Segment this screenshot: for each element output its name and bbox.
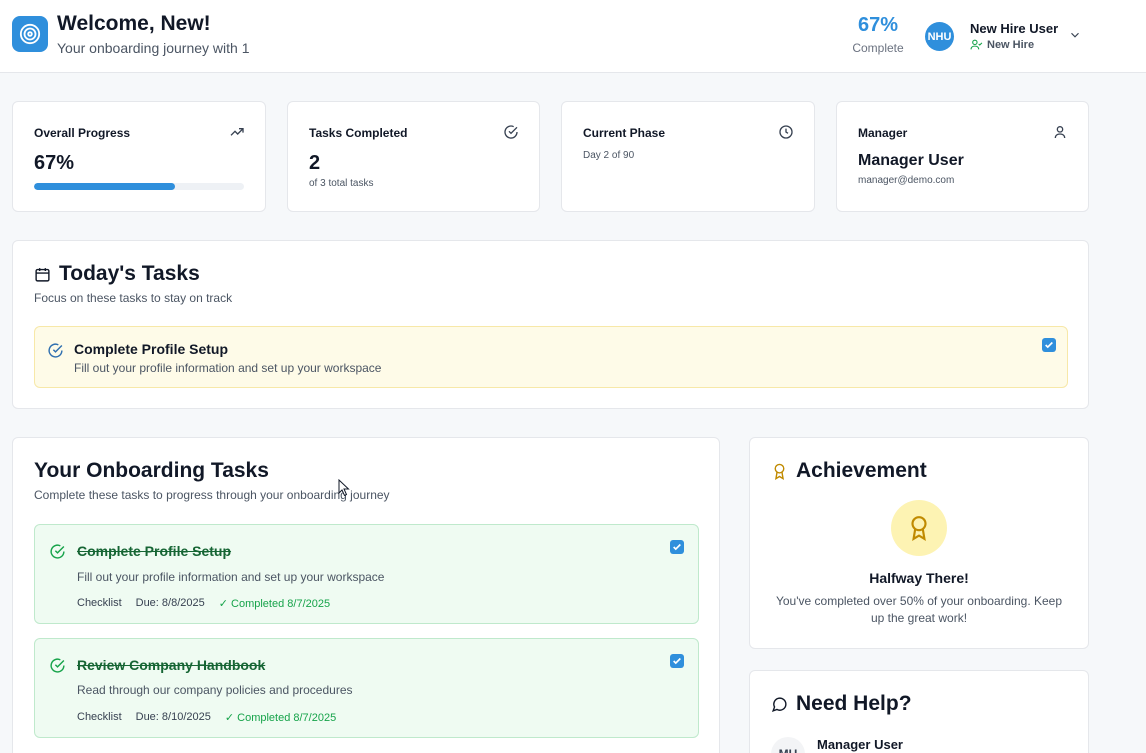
today-task-title: Complete Profile Setup [74, 341, 229, 357]
check-circle-icon [48, 343, 63, 358]
onboarding-task-item[interactable]: Review Company Handbook Read through our… [34, 638, 699, 738]
clock-icon [779, 125, 793, 139]
overall-progress-bar [34, 183, 244, 190]
check-circle-icon [504, 125, 518, 139]
user-icon [1054, 126, 1066, 139]
app-header: Welcome, New! Your onboarding journey wi… [0, 0, 1146, 73]
overall-progress-title: Overall Progress [34, 126, 131, 140]
need-help-heading: Need Help? [771, 692, 912, 716]
onboarding-task-title: Complete Profile Setup [77, 543, 232, 559]
achievement-title: Achievement [796, 459, 927, 482]
check-circle-icon [50, 658, 65, 673]
onboarding-tasks-card: Your Onboarding Tasks Complete these tas… [12, 437, 720, 753]
contact-name[interactable]: Manager User [817, 737, 903, 752]
tasks-completed-card: Tasks Completed 2 of 3 total tasks [287, 101, 540, 212]
current-phase-title: Current Phase [583, 126, 666, 140]
user-name[interactable]: New Hire User [970, 21, 1058, 36]
mouse-cursor-icon [338, 479, 350, 497]
current-phase-sub: Day 2 of 90 [583, 150, 635, 161]
task-completed: ✓ Completed 8/7/2025 [224, 712, 337, 724]
onboarding-task-checkbox[interactable] [670, 654, 684, 668]
award-icon [774, 463, 785, 480]
overall-progress-card: Overall Progress 67% [12, 101, 266, 212]
today-task-desc: Fill out your profile information and se… [74, 361, 382, 375]
todays-tasks-heading: Today's Tasks [34, 262, 200, 286]
todays-tasks-title: Today's Tasks [59, 262, 200, 285]
check-icon [673, 657, 681, 665]
onboarding-task-checkbox[interactable] [670, 540, 684, 554]
overall-progress-value: 67% [34, 152, 75, 174]
task-due: Due: 8/8/2025 [135, 597, 205, 609]
manager-name: Manager User [858, 152, 964, 169]
header-progress-label: Complete [852, 41, 904, 55]
todays-tasks-subtitle: Focus on these tasks to stay on track [34, 291, 233, 305]
welcome-subtitle: Your onboarding journey with 1 [57, 40, 250, 56]
achievement-heading: Achievement [771, 459, 927, 483]
onboarding-task-desc: Fill out your profile information and se… [77, 570, 385, 584]
need-help-title: Need Help? [796, 692, 912, 715]
manager-card-title: Manager [858, 126, 908, 140]
onboarding-task-meta: Checklist Due: 8/10/2025 ✓ Completed 8/7… [77, 711, 336, 724]
tasks-completed-value: 2 [309, 152, 321, 174]
user-role: New Hire [970, 38, 1034, 51]
contact-avatar: MU [771, 737, 805, 753]
onboarding-task-meta: Checklist Due: 8/8/2025 ✓ Completed 8/7/… [77, 597, 330, 610]
check-icon [673, 543, 681, 551]
onboarding-tasks-subtitle: Complete these tasks to progress through… [34, 488, 390, 502]
target-logo-icon [12, 16, 48, 52]
onboarding-task-item[interactable]: Complete Profile Setup Fill out your pro… [34, 524, 699, 624]
trending-up-icon [230, 128, 244, 136]
onboarding-task-title: Review Company Handbook [77, 657, 266, 673]
header-progress-percent: 67% [857, 14, 899, 36]
welcome-title: Welcome, New! [57, 12, 211, 35]
task-type: Checklist [77, 597, 122, 609]
achievement-card: Achievement Halfway There! You've comple… [749, 437, 1089, 649]
todays-tasks-card: Today's Tasks Focus on these tasks to st… [12, 240, 1089, 409]
overall-progress-fill [34, 183, 175, 190]
user-check-icon [970, 39, 983, 50]
today-task-checkbox[interactable] [1042, 338, 1056, 352]
user-avatar[interactable]: NHU [925, 22, 954, 51]
task-completed: ✓ Completed 8/7/2025 [218, 598, 331, 610]
today-task-item[interactable]: Complete Profile Setup Fill out your pro… [34, 326, 1068, 388]
check-icon [1045, 341, 1053, 349]
task-due: Due: 8/10/2025 [135, 711, 211, 723]
check-circle-icon [50, 544, 65, 559]
need-help-card: Need Help? MU Manager User [749, 670, 1089, 753]
achievement-badge-desc: You've completed over 50% of your onboar… [775, 594, 1063, 625]
calendar-icon [35, 267, 50, 282]
onboarding-task-desc: Read through our company policies and pr… [77, 683, 353, 697]
manager-card: Manager Manager User manager@demo.com [836, 101, 1089, 212]
user-role-label: New Hire [987, 38, 1035, 51]
award-icon [911, 516, 927, 541]
tasks-completed-sub: of 3 total tasks [309, 178, 374, 189]
message-circle-icon [771, 696, 787, 712]
manager-email[interactable]: manager@demo.com [858, 175, 954, 186]
tasks-completed-title: Tasks Completed [309, 126, 408, 140]
onboarding-tasks-title: Your Onboarding Tasks [34, 459, 269, 482]
task-type: Checklist [77, 711, 122, 723]
achievement-badge [891, 500, 947, 556]
chevron-down-icon[interactable] [1068, 28, 1082, 42]
achievement-badge-title: Halfway There! [869, 570, 969, 586]
current-phase-card: Current Phase Day 2 of 90 [561, 101, 815, 212]
